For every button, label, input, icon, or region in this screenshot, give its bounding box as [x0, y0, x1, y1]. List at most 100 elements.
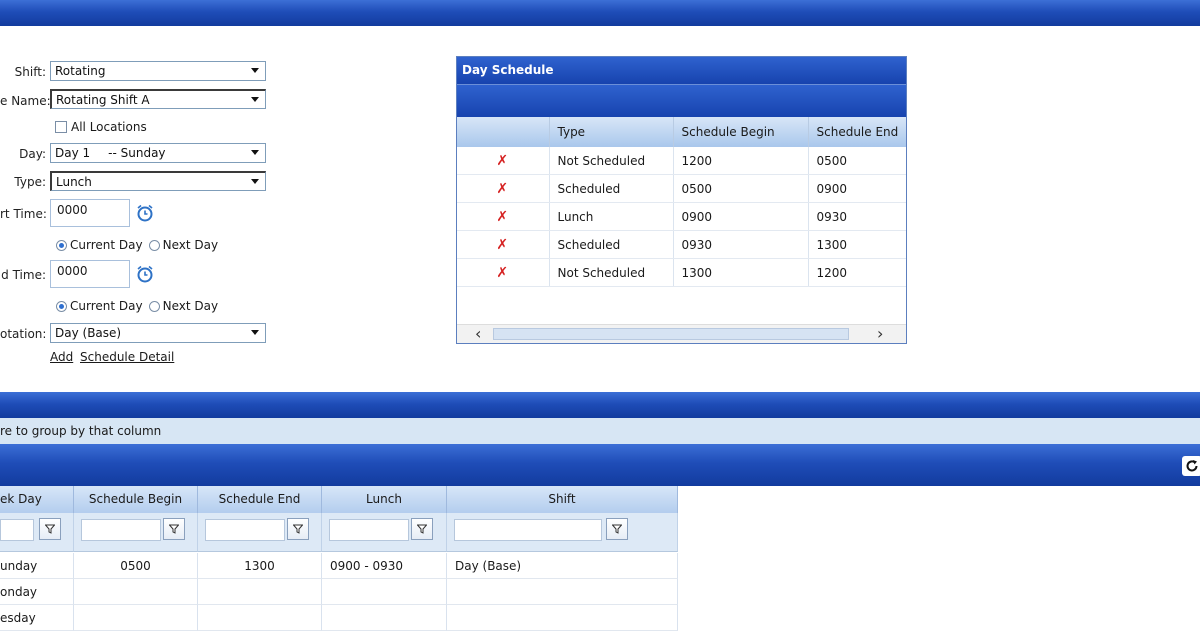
- lunch-cell: [322, 605, 447, 631]
- rotation-value: Day (Base): [55, 326, 122, 340]
- schedule-end-cell: [198, 605, 322, 631]
- type-label: Type:: [14, 175, 46, 189]
- scroll-thumb[interactable]: [493, 328, 849, 340]
- day-schedule-panel: Day Schedule Type Schedule Begin Schedul…: [456, 56, 907, 344]
- add-link[interactable]: Add: [50, 350, 73, 364]
- grid-header-week-day[interactable]: ek Day: [0, 486, 74, 513]
- horizontal-scrollbar[interactable]: ‹ ›: [457, 324, 906, 343]
- top-header-bar: [0, 0, 1200, 26]
- filter-input[interactable]: [454, 519, 602, 541]
- chevron-down-icon: [251, 68, 259, 73]
- end-cell: 0500: [808, 147, 906, 175]
- all-locations-label: All Locations: [71, 120, 147, 134]
- start-current-day-radio[interactable]: [56, 239, 67, 251]
- grid-header-schedule-end[interactable]: Schedule End: [198, 486, 322, 513]
- filter-button[interactable]: [39, 518, 61, 540]
- filter-button[interactable]: [606, 518, 628, 540]
- day-dropdown[interactable]: Day 1 -- Sunday: [50, 143, 266, 163]
- column-header-type[interactable]: Type: [549, 117, 674, 147]
- filter-button[interactable]: [287, 518, 309, 540]
- chevron-down-icon: [251, 97, 259, 102]
- column-header-delete[interactable]: [457, 117, 550, 147]
- start-next-day-label: Next Day: [162, 238, 219, 252]
- checkbox-box[interactable]: [55, 121, 67, 133]
- schedule-name-dropdown[interactable]: Rotating Shift A: [50, 89, 266, 109]
- start-next-day-radio[interactable]: [148, 239, 160, 251]
- start-time-input[interactable]: 0000: [50, 199, 130, 227]
- delete-icon[interactable]: ✗: [496, 181, 508, 197]
- delete-icon[interactable]: ✗: [496, 265, 508, 281]
- filter-button[interactable]: [163, 518, 185, 540]
- type-value: Lunch: [56, 175, 92, 189]
- filter-input[interactable]: [0, 519, 34, 541]
- delete-icon[interactable]: ✗: [496, 153, 508, 169]
- filter-icon: [45, 524, 55, 534]
- grid-toolbar: [0, 444, 1200, 486]
- end-cell: 0930: [808, 202, 906, 231]
- refresh-button[interactable]: [1182, 456, 1200, 476]
- filter-button[interactable]: [411, 518, 433, 540]
- end-time-input[interactable]: 0000: [50, 260, 130, 288]
- start-current-day-label: Current Day: [70, 238, 143, 252]
- scroll-left-icon[interactable]: ‹: [475, 324, 481, 343]
- week-day-cell: esday: [0, 605, 74, 631]
- chevron-down-icon: [251, 150, 259, 155]
- filter-input[interactable]: [205, 519, 285, 541]
- day-label: Day:: [19, 147, 46, 161]
- clock-icon[interactable]: [136, 204, 154, 222]
- begin-cell: 0900: [673, 202, 809, 231]
- end-time-value: 0000: [57, 264, 88, 278]
- begin-cell: 0930: [673, 230, 809, 259]
- schedule-begin-cell: 0500: [74, 553, 198, 579]
- end-cell: 1200: [808, 258, 906, 287]
- delete-icon[interactable]: ✗: [496, 209, 508, 225]
- table-row[interactable]: ✗ Scheduled 0500 0900: [457, 174, 906, 203]
- delete-icon[interactable]: ✗: [496, 237, 508, 253]
- filter-input[interactable]: [329, 519, 409, 541]
- group-by-panel[interactable]: re to group by that column: [0, 418, 1200, 445]
- lunch-cell: [322, 579, 447, 605]
- filter-icon: [612, 524, 622, 534]
- shift-cell: [447, 605, 678, 631]
- schedule-name-label: e Name:: [0, 94, 51, 108]
- day-weekday-value: -- Sunday: [108, 146, 166, 160]
- shift-dropdown[interactable]: Rotating: [50, 61, 266, 81]
- type-cell: Not Scheduled: [549, 147, 674, 175]
- all-locations-checkbox[interactable]: All Locations: [55, 120, 147, 134]
- table-row[interactable]: ✗ Not Scheduled 1300 1200: [457, 258, 906, 287]
- type-cell: Scheduled: [549, 174, 674, 203]
- end-cell: 0900: [808, 174, 906, 203]
- chevron-down-icon: [251, 179, 259, 184]
- clock-icon[interactable]: [136, 265, 154, 283]
- schedule-end-cell: 1300: [198, 553, 322, 579]
- rotation-label: otation:: [0, 327, 47, 341]
- filter-cell-shift: [447, 513, 678, 552]
- grid-header-lunch[interactable]: Lunch: [322, 486, 447, 513]
- end-cell: 1300: [808, 230, 906, 259]
- filter-cell-schedule-begin: [74, 513, 198, 552]
- table-row[interactable]: ✗ Not Scheduled 1200 0500: [457, 147, 906, 175]
- rotation-dropdown[interactable]: Day (Base): [50, 323, 266, 343]
- column-header-schedule-begin[interactable]: Schedule Begin: [673, 117, 809, 147]
- filter-icon: [417, 524, 427, 534]
- end-next-day-radio[interactable]: [148, 300, 160, 312]
- table-row[interactable]: ✗ Lunch 0900 0930: [457, 202, 906, 231]
- shift-value: Rotating: [55, 64, 106, 78]
- end-day-radio-group: Current Day Next Day: [56, 299, 218, 313]
- group-by-hint: re to group by that column: [0, 424, 162, 438]
- filter-input[interactable]: [81, 519, 161, 541]
- end-current-day-radio[interactable]: [56, 300, 67, 312]
- begin-cell: 1300: [673, 258, 809, 287]
- filter-cell-lunch: [322, 513, 447, 552]
- grid-header-schedule-begin[interactable]: Schedule Begin: [74, 486, 198, 513]
- end-current-day-label: Current Day: [70, 299, 143, 313]
- start-time-value: 0000: [57, 203, 88, 217]
- scroll-right-icon[interactable]: ›: [877, 324, 883, 343]
- grid-header-shift[interactable]: Shift: [447, 486, 678, 513]
- filter-icon: [293, 524, 303, 534]
- type-dropdown[interactable]: Lunch: [50, 171, 266, 191]
- day-schedule-toolbar: [457, 84, 906, 117]
- column-header-schedule-end[interactable]: Schedule End: [808, 117, 906, 147]
- table-row[interactable]: ✗ Scheduled 0930 1300: [457, 230, 906, 259]
- schedule-detail-link[interactable]: Schedule Detail: [80, 350, 174, 364]
